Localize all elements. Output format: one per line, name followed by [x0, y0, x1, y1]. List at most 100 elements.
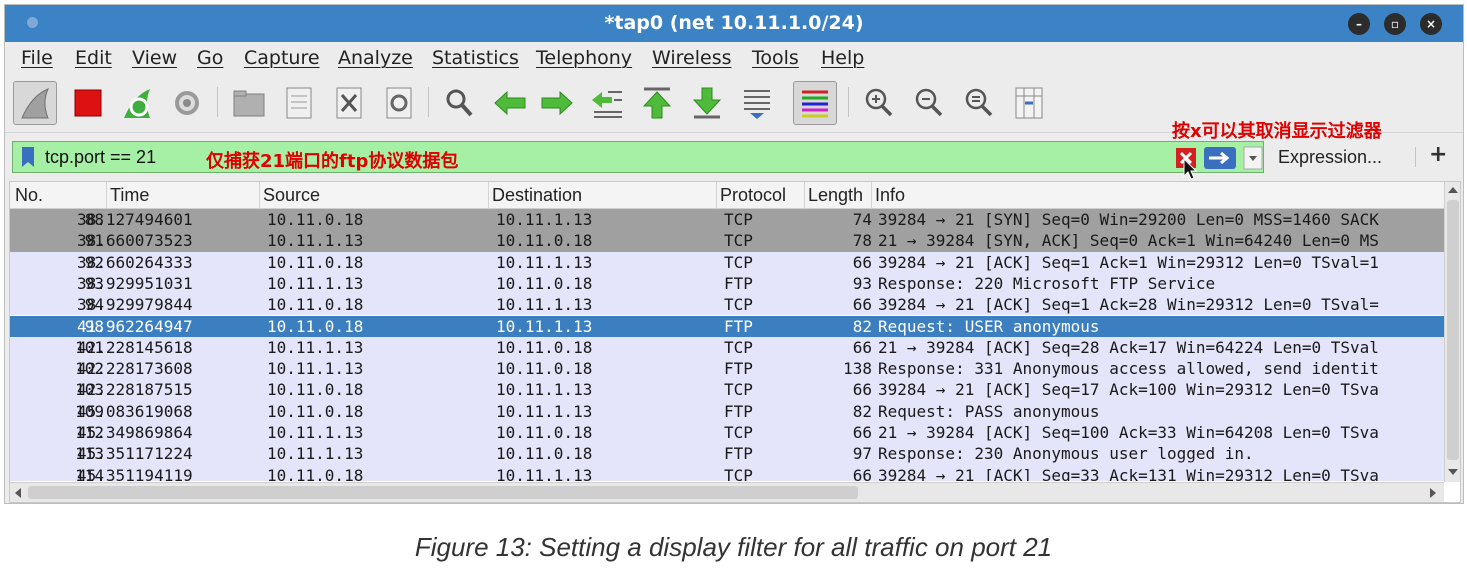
zoom-out-icon[interactable]: [907, 81, 951, 125]
packet-rows: 88 38.127494601 10.11.0.18 10.11.1.13 TCP 74 3…: [10, 209, 1444, 481]
packet-row[interactable]: 92 38.660264333 10.11.0.18 10.11.1.13 TCP 66 3…: [10, 251, 1444, 273]
packet-time: 41.962264947: [77, 316, 193, 336]
packet-row[interactable]: 114 45.351194119 10.11.0.18 10.11.1.13 TCP 66…: [10, 464, 1444, 481]
zoom-normal-icon[interactable]: [957, 81, 1001, 125]
packet-destination: 10.11.1.13: [496, 210, 593, 229]
menu-file[interactable]: File: [21, 47, 53, 69]
colorize-icon[interactable]: [793, 81, 837, 125]
bookmark-icon[interactable]: [21, 146, 35, 168]
packet-row[interactable]: 112 45.349869864 10.11.1.13 10.11.0.18 TCP 66…: [10, 422, 1444, 444]
scroll-down-icon[interactable]: [1447, 467, 1459, 477]
first-packet-icon[interactable]: [635, 81, 679, 125]
go-to-packet-icon[interactable]: [585, 81, 629, 125]
packet-destination: 10.11.1.13: [496, 252, 593, 272]
title-bar: *tap0 (net 10.11.1.0/24) – ▫ ×: [5, 5, 1463, 42]
menu-analyze[interactable]: Analyze: [338, 47, 413, 69]
reload-icon[interactable]: [377, 81, 421, 125]
apply-filter-icon[interactable]: [1203, 146, 1237, 170]
packet-time: 38.929979844: [77, 295, 193, 315]
vertical-scrollbar[interactable]: [1444, 182, 1460, 482]
packet-length: 93: [852, 273, 872, 293]
open-folder-icon[interactable]: [227, 81, 271, 125]
stop-icon[interactable]: [66, 81, 110, 125]
find-icon[interactable]: [437, 81, 481, 125]
column-separator: [259, 182, 260, 209]
column-separator: [106, 182, 107, 209]
toolbar-separator: [428, 87, 429, 117]
display-filter-bar: 按x可以其取消显示过滤器 tcp.port == 21 仅捕获21端口的ftp协…: [5, 121, 1463, 181]
packet-row[interactable]: 94 38.929979844 10.11.0.18 10.11.1.13 TCP 66 3…: [10, 294, 1444, 316]
menu-telephony[interactable]: Telephony: [536, 47, 632, 69]
clear-filter-annotation: 按x可以其取消显示过滤器: [1172, 121, 1382, 142]
filter-history-dropdown-icon[interactable]: [1243, 146, 1263, 170]
packet-row[interactable]: 91 38.660073523 10.11.1.13 10.11.0.18 TCP 78 2…: [10, 230, 1444, 252]
column-header-time[interactable]: Time: [110, 185, 149, 206]
shark-fin-icon[interactable]: [13, 81, 57, 125]
add-filter-button[interactable]: +: [1429, 142, 1447, 167]
packet-row[interactable]: 113 45.351171224 10.11.1.13 10.11.0.18 FTP 97…: [10, 443, 1444, 465]
save-file-icon[interactable]: [277, 81, 321, 125]
scroll-left-icon[interactable]: [13, 487, 23, 499]
packet-destination: 10.11.1.13: [496, 316, 593, 336]
packet-row[interactable]: 109 45.083619068 10.11.0.18 10.11.1.13 FTP 82…: [10, 400, 1444, 422]
packet-row[interactable]: 98 41.962264947 10.11.0.18 10.11.1.13 FTP 82 R…: [10, 315, 1444, 337]
zoom-in-icon[interactable]: [857, 81, 901, 125]
horizontal-scrollbar[interactable]: [10, 482, 1444, 502]
menu-capture[interactable]: Capture: [244, 47, 320, 69]
packet-time: 38.127494601: [77, 210, 193, 229]
packet-length: 97: [852, 444, 872, 464]
scroll-right-icon[interactable]: [1428, 487, 1438, 499]
column-header-length[interactable]: Length: [808, 185, 870, 206]
packet-source: 10.11.1.13: [267, 337, 364, 357]
restart-icon[interactable]: [115, 81, 159, 125]
autoscroll-icon[interactable]: [735, 81, 779, 125]
packet-source: 10.11.0.18: [267, 252, 364, 272]
scroll-up-icon[interactable]: [1447, 185, 1459, 195]
options-gear-icon[interactable]: [165, 81, 209, 125]
expression-button[interactable]: Expression...: [1278, 147, 1382, 168]
packet-row[interactable]: 101 42.228145618 10.11.1.13 10.11.0.18 TCP 66…: [10, 336, 1444, 359]
last-packet-icon[interactable]: [685, 81, 729, 125]
menu-wireless[interactable]: Wireless: [652, 47, 732, 69]
packet-protocol: TCP: [724, 252, 753, 272]
display-filter-input[interactable]: tcp.port == 21 仅捕获21端口的ftp协议数据包: [12, 141, 1264, 180]
close-icon[interactable]: ×: [1420, 13, 1442, 35]
maximize-icon[interactable]: ▫: [1384, 13, 1406, 35]
menu-view[interactable]: View: [132, 47, 177, 69]
close-file-icon[interactable]: [327, 81, 371, 125]
packet-row[interactable]: 93 38.929951031 10.11.1.13 10.11.0.18 FTP 93 R…: [10, 272, 1444, 295]
packet-protocol: FTP: [724, 359, 753, 379]
menu-go[interactable]: Go: [197, 47, 223, 69]
horizontal-scroll-thumb[interactable]: [28, 486, 858, 499]
packet-row[interactable]: 102 42.228173608 10.11.1.13 10.11.0.18 FTP 13…: [10, 358, 1444, 380]
packet-time: 38.660073523: [77, 231, 193, 251]
packet-list[interactable]: No. Time Source Destination Protocol Len…: [9, 181, 1461, 503]
packet-source: 10.11.0.18: [267, 210, 364, 229]
packet-row[interactable]: 103 42.228187515 10.11.0.18 10.11.1.13 TCP 66…: [10, 379, 1444, 401]
packet-source: 10.11.1.13: [267, 231, 364, 251]
packet-source: 10.11.1.13: [267, 273, 364, 293]
packet-destination: 10.11.0.18: [496, 423, 593, 442]
column-header-no[interactable]: No.: [15, 185, 43, 206]
packet-destination: 10.11.0.18: [496, 444, 593, 464]
resize-columns-icon[interactable]: [1007, 81, 1051, 125]
menu-tools[interactable]: Tools: [752, 47, 799, 69]
column-header-source[interactable]: Source: [263, 185, 320, 206]
packet-info: 39284 → 21 [ACK] Seq=17 Ack=100 Win=2931…: [878, 380, 1379, 400]
minimize-icon[interactable]: –: [1348, 13, 1370, 35]
back-arrow-icon[interactable]: [488, 81, 532, 125]
column-header-protocol[interactable]: Protocol: [720, 185, 786, 206]
packet-length: 66: [852, 380, 872, 400]
packet-protocol: FTP: [724, 316, 753, 336]
menu-help[interactable]: Help: [821, 47, 864, 69]
forward-arrow-icon[interactable]: [535, 81, 579, 125]
packet-source: 10.11.1.13: [267, 359, 364, 379]
vertical-scroll-thumb[interactable]: [1447, 200, 1459, 460]
column-header-info[interactable]: Info: [875, 185, 905, 206]
menu-statistics[interactable]: Statistics: [432, 47, 519, 69]
packet-row[interactable]: 88 38.127494601 10.11.0.18 10.11.1.13 TCP 74 3…: [10, 209, 1444, 231]
packet-time: 38.929951031: [77, 273, 193, 293]
menu-edit[interactable]: Edit: [75, 47, 112, 69]
packet-protocol: FTP: [724, 401, 753, 421]
column-header-destination[interactable]: Destination: [492, 185, 582, 206]
